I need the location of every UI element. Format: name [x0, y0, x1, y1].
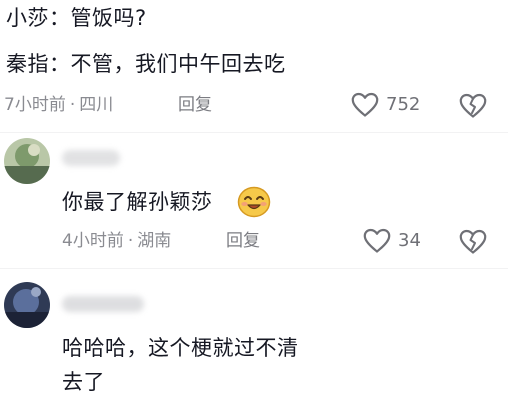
reply-button[interactable]: 回复	[178, 94, 212, 116]
broken-heart-icon	[459, 229, 487, 254]
comment-meta: 4小时前 · 湖南	[62, 230, 171, 252]
dislike-button[interactable]	[458, 93, 488, 123]
quote-speaker: 秦指	[6, 52, 49, 76]
avatar[interactable]	[4, 282, 50, 328]
dislike-button[interactable]	[458, 229, 488, 259]
like-count: 34	[398, 230, 421, 251]
avatar-image	[4, 138, 50, 184]
avatar-image	[4, 282, 50, 328]
comment-time: 4小时前	[62, 231, 124, 251]
comment-meta: 7小时前 · 四川	[4, 94, 113, 116]
avatar[interactable]	[4, 138, 50, 184]
reply-button[interactable]: 回复	[226, 230, 260, 252]
smile-emoji	[237, 186, 271, 218]
divider	[0, 132, 508, 133]
comment-text-line: 哈哈哈，这个梗就过不清	[62, 336, 299, 360]
username-blurred[interactable]	[62, 150, 120, 166]
username-blurred[interactable]	[62, 296, 144, 312]
comment-text-line: 去了	[62, 370, 105, 394]
broken-heart-icon	[459, 93, 487, 118]
quote-speaker: 小莎	[6, 6, 49, 30]
comment-text: 哈哈哈，这个梗就过不清	[62, 334, 299, 362]
quote-line-1: 小莎：管饭吗?	[6, 4, 147, 32]
like-button[interactable]: 34	[362, 228, 421, 254]
comment-location: 四川	[79, 95, 114, 115]
quote-text: ：不管，我们中午回去吃	[49, 52, 286, 76]
comment-text: 你最了解孙颖莎	[62, 188, 213, 216]
divider	[0, 268, 508, 269]
quote-text: ：管饭吗?	[49, 6, 147, 30]
heart-outline-icon	[363, 228, 391, 253]
comment-text-line: 你最了解孙颖莎	[62, 190, 213, 214]
comment-text: 去了	[62, 368, 105, 396]
like-button[interactable]: 752	[350, 92, 420, 118]
quote-line-2: 秦指：不管，我们中午回去吃	[6, 50, 286, 78]
like-count: 752	[386, 94, 421, 115]
comment-time: 7小时前	[4, 95, 66, 115]
meta-separator: ·	[127, 231, 134, 251]
comment-location: 湖南	[137, 231, 172, 251]
heart-outline-icon	[351, 92, 379, 117]
meta-separator: ·	[69, 95, 76, 115]
